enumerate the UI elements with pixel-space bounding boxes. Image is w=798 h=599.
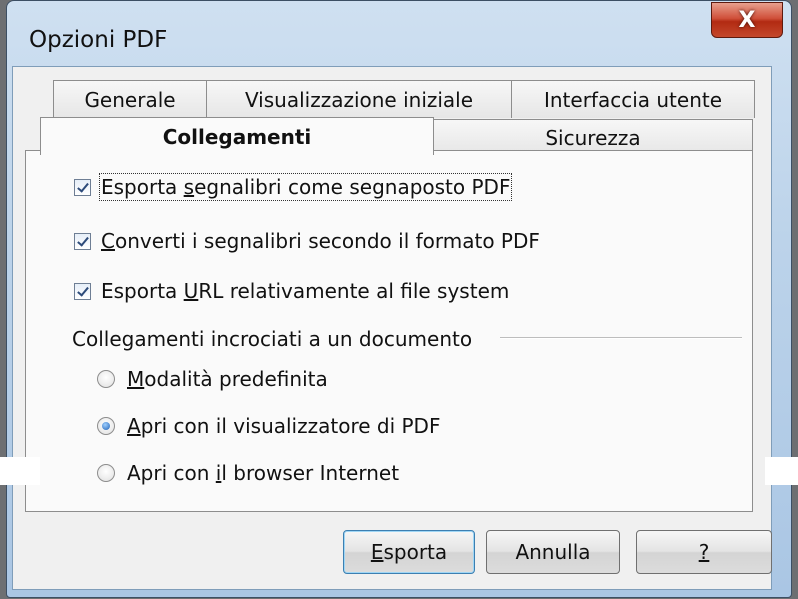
export-button[interactable]: Esporta bbox=[343, 530, 475, 574]
radio-icon[interactable] bbox=[97, 417, 115, 435]
tab-label: Sicurezza bbox=[545, 125, 641, 150]
tab-label: Generale bbox=[84, 87, 176, 112]
convert-bookmarks-label: Converti i segnalibri secondo il formato… bbox=[101, 229, 540, 253]
help-button[interactable]: ? bbox=[636, 530, 772, 574]
group-separator bbox=[500, 337, 742, 339]
radio-icon[interactable] bbox=[97, 464, 115, 482]
close-icon: X bbox=[738, 7, 756, 33]
image-artifact bbox=[765, 457, 798, 485]
tab-label: Interfaccia utente bbox=[543, 87, 723, 112]
cancel-button[interactable]: Annulla bbox=[486, 530, 620, 574]
radio-open-browser-label: Apri con il browser Internet bbox=[127, 461, 400, 485]
window-title: Opzioni PDF bbox=[29, 27, 168, 53]
tab-collegamenti[interactable]: Collegamenti bbox=[40, 117, 434, 155]
radio-icon[interactable] bbox=[97, 370, 115, 388]
radio-default-mode-label: Modalità predefinita bbox=[127, 367, 328, 391]
radio-default-mode[interactable]: Modalità predefinita bbox=[97, 366, 328, 392]
tab-visualizzazione-iniziale[interactable]: Visualizzazione iniziale bbox=[206, 80, 512, 118]
export-button-label: Esporta bbox=[370, 540, 448, 564]
help-button-label: ? bbox=[698, 540, 710, 564]
radio-open-pdf-viewer-label: Apri con il visualizzatore di PDF bbox=[127, 414, 441, 438]
checkbox-checked-icon[interactable] bbox=[74, 282, 91, 300]
tab-label: Collegamenti bbox=[162, 124, 312, 149]
export-bookmarks-option[interactable]: Esporta segnalibri come segnaposto PDF bbox=[74, 173, 513, 201]
checkbox-checked-icon[interactable] bbox=[74, 178, 91, 196]
tab-label: Visualizzazione iniziale bbox=[244, 87, 474, 112]
radio-open-browser[interactable]: Apri con il browser Internet bbox=[97, 460, 399, 486]
radio-open-pdf-viewer[interactable]: Apri con il visualizzatore di PDF bbox=[97, 413, 440, 439]
tab-interfaccia-utente[interactable]: Interfaccia utente bbox=[511, 80, 755, 118]
close-button[interactable]: X bbox=[711, 2, 783, 38]
export-bookmarks-label: Esporta segnalibri come segnaposto PDF bbox=[98, 173, 513, 201]
relative-urls-option[interactable]: Esporta URL relativamente al file system bbox=[74, 278, 509, 304]
convert-bookmarks-option[interactable]: Converti i segnalibri secondo il formato… bbox=[74, 228, 540, 254]
relative-urls-label: Esporta URL relativamente al file system bbox=[101, 279, 510, 303]
image-artifact bbox=[0, 457, 40, 485]
cross-links-group-label: Collegamenti incrociati a un documento bbox=[72, 327, 473, 351]
title-bar[interactable]: Opzioni PDF X bbox=[7, 1, 791, 69]
cancel-button-label: Annulla bbox=[515, 540, 591, 564]
tab-generale[interactable]: Generale bbox=[53, 80, 207, 118]
checkbox-checked-icon[interactable] bbox=[74, 232, 91, 250]
